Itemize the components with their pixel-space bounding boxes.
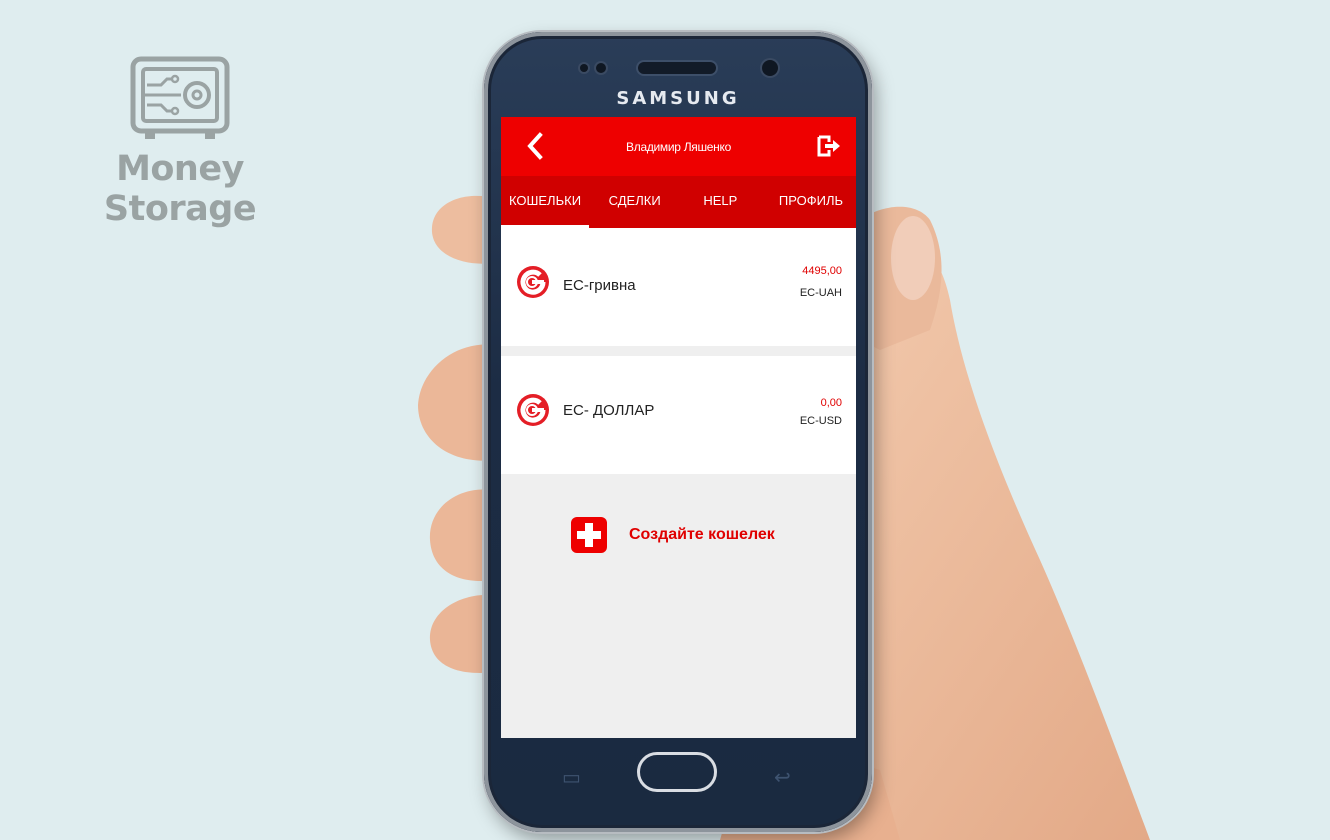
tab-label: СДЕЛКИ — [608, 193, 661, 208]
tab-label: HELP — [703, 193, 738, 208]
tab-help[interactable]: HELP — [680, 176, 760, 228]
ec-coin-icon — [517, 394, 549, 426]
create-wallet-button[interactable]: Создайте кошелек — [571, 517, 775, 553]
user-name: Владимир Ляшенко — [626, 139, 731, 154]
front-camera — [762, 60, 778, 76]
wallet-name: EC-гривна — [563, 277, 636, 294]
logout-icon[interactable] — [816, 133, 842, 159]
tab-label: КОШЕЛЬКИ — [508, 193, 582, 208]
tab-profile[interactable]: ПРОФИЛЬ — [766, 176, 856, 228]
tab-bar: КОШЕЛЬКИ СДЕЛКИ HELP ПРОФИЛЬ — [501, 176, 856, 228]
sensor-dot — [580, 64, 588, 72]
back-key-icon[interactable]: ↩ — [774, 765, 791, 790]
tab-wallets[interactable]: КОШЕЛЬКИ — [501, 176, 589, 228]
app-screen: Владимир Ляшенко КОШЕЛЬКИ СДЕЛКИ HELP ПР… — [501, 117, 856, 738]
ec-coin-icon — [517, 266, 549, 298]
wallet-name: EC- ДОЛЛАР — [563, 402, 655, 419]
sensor-dot — [596, 63, 606, 73]
chevron-left-icon[interactable] — [523, 131, 547, 161]
wallet-item[interactable]: EC-гривна 4495,00 EC-UAH — [501, 228, 856, 346]
wallet-item[interactable]: EC- ДОЛЛАР 0,00 EC-USD — [501, 356, 856, 474]
create-wallet-label: Создайте кошелек — [629, 526, 775, 543]
device-brand: SAMSUNG — [616, 88, 740, 109]
speaker-grille — [638, 62, 716, 74]
top-bar: Владимир Ляшенко — [501, 117, 856, 176]
wallet-amount: 0,00 — [820, 397, 842, 409]
recent-apps-icon[interactable]: ▭ — [562, 765, 581, 790]
tab-deals[interactable]: СДЕЛКИ — [595, 176, 675, 228]
home-button[interactable] — [637, 752, 717, 792]
tab-label: ПРОФИЛЬ — [778, 193, 844, 208]
wallet-currency-code: EC-UAH — [799, 287, 842, 299]
plus-icon — [571, 517, 607, 553]
wallet-currency-code: EC-USD — [799, 415, 842, 427]
wallet-amount: 4495,00 — [802, 265, 842, 277]
